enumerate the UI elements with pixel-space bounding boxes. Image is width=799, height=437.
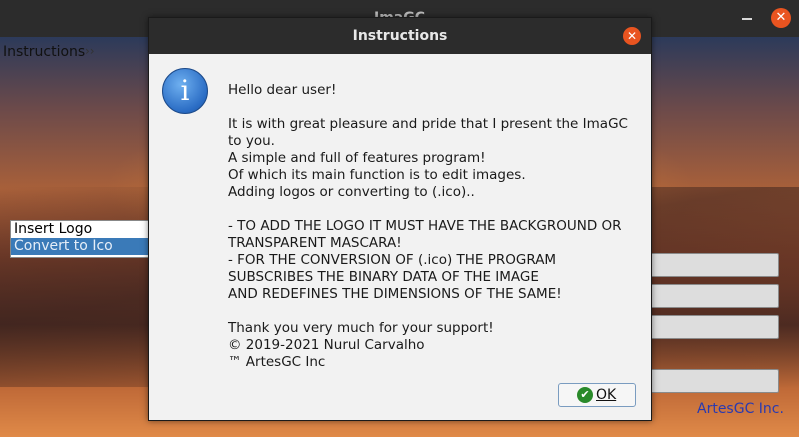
message-line: A simple and full of features program! <box>228 150 486 166</box>
list-item-convert-to-ico[interactable]: Convert to Ico <box>11 238 151 255</box>
message-line: TRANSPARENT MASCARA! <box>228 235 402 251</box>
ok-button-label: OK <box>596 387 617 403</box>
input-field-3[interactable] <box>648 315 779 339</box>
minimize-icon[interactable] <box>742 18 752 20</box>
dialog-title: Instructions <box>352 28 448 44</box>
ok-button[interactable]: ✔ OK <box>558 383 636 407</box>
checkmark-icon: ✔ <box>577 387 593 403</box>
message-line: Of which its main function is to edit im… <box>228 167 526 183</box>
message-gap <box>228 303 638 320</box>
instructions-dialog: Instructions ✕ i Hello dear user! It is … <box>148 17 652 421</box>
mode-list: Insert Logo Convert to Ico <box>10 220 152 258</box>
dialog-close-icon[interactable]: ✕ <box>623 27 641 45</box>
message-line: - FOR THE CONVERSION OF (.ico) THE PROGR… <box>228 252 557 268</box>
list-item-insert-logo[interactable]: Insert Logo <box>11 221 151 238</box>
message-line: SUBSCRIBES THE BINARY DATA OF THE IMAGE <box>228 269 539 285</box>
message-gap <box>228 201 638 218</box>
message-line: AND REDEFINES THE DIMENSIONS OF THE SAME… <box>228 286 562 302</box>
message-line: © 2019-2021 Nurul Carvalho <box>228 337 425 353</box>
main-close-icon[interactable]: ✕ <box>771 8 791 28</box>
input-field-1[interactable] <box>648 253 779 277</box>
input-field-2[interactable] <box>648 284 779 308</box>
message-line: ™ ArtesGC Inc <box>228 354 326 370</box>
menu-instructions[interactable]: Instructions <box>3 44 85 60</box>
message-line: It is with great pleasure and pride that… <box>228 116 628 132</box>
info-icon: i <box>162 68 208 114</box>
message-line: to you. <box>228 133 275 149</box>
message-gap <box>228 99 638 116</box>
message-line: Hello dear user! <box>228 82 337 98</box>
message-line: Adding logos or converting to (.ico).. <box>228 184 475 200</box>
dialog-titlebar: Instructions ✕ <box>149 18 651 54</box>
chevron-right-icon[interactable]: ›› <box>85 44 95 58</box>
dialog-message: Hello dear user! It is with great pleasu… <box>228 82 638 371</box>
message-line: Thank you very much for your support! <box>228 320 494 336</box>
brand-label: ArtesGC Inc. <box>697 401 784 417</box>
message-line: - TO ADD THE LOGO IT MUST HAVE THE BACKG… <box>228 218 622 234</box>
action-button[interactable] <box>648 369 779 393</box>
